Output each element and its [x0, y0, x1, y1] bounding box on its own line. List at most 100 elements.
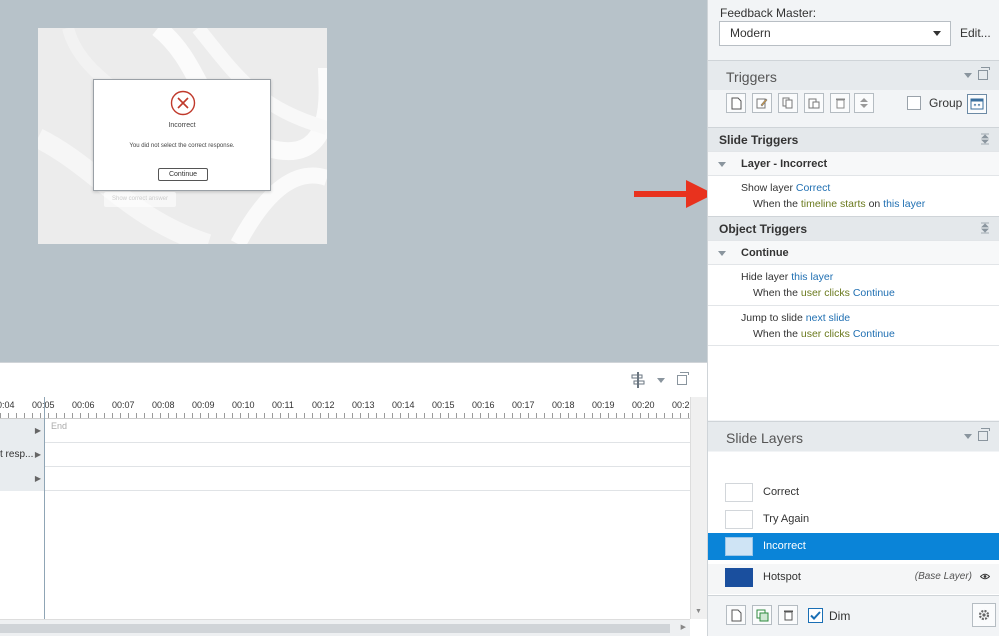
triggers-float-window-icon[interactable]	[978, 67, 990, 80]
group-label: Group	[929, 96, 963, 110]
timeline-tick-label: 00:14	[392, 400, 415, 410]
new-trigger-button[interactable]	[726, 93, 746, 113]
timeline-row[interactable]: ▶	[0, 467, 690, 491]
timeline-float-window-icon[interactable]	[677, 372, 689, 385]
layer-name: Incorrect	[763, 540, 806, 552]
red-arrow-annotation	[634, 180, 714, 208]
collapse-section-icon[interactable]	[980, 133, 990, 145]
copy-icon	[782, 97, 793, 109]
delete-layer-button[interactable]	[778, 605, 798, 625]
timeline-row[interactable]: t resp... ▶	[0, 443, 690, 467]
layer-thumbnail	[725, 510, 753, 529]
slide-triggers-title: Slide Triggers	[719, 133, 799, 147]
timeline-row-label[interactable]: t resp... ▶	[0, 443, 45, 467]
trigger-show-layer-correct[interactable]: Show layer Correct When the timeline sta…	[708, 175, 999, 217]
trigger-group-title: Continue	[741, 247, 789, 259]
layer-properties-button[interactable]	[972, 603, 996, 627]
slide-layers-list: Correct Try Again Incorrect Hotspot (Bas…	[708, 452, 999, 595]
row-expand-icon[interactable]: ▶	[35, 443, 41, 467]
feedback-master-edit-link[interactable]: Edit...	[960, 26, 991, 40]
trigger-object-link[interactable]: Continue	[853, 287, 895, 299]
layer-name: Hotspot	[763, 571, 801, 583]
copy-trigger-button[interactable]	[778, 93, 798, 113]
timeline-horizontal-scrollbar[interactable]: ▶	[0, 619, 690, 636]
group-checkbox[interactable]	[907, 96, 921, 110]
trigger-condition: When the user clicks Continue	[753, 328, 895, 340]
timeline-vertical-scrollbar[interactable]: ▼	[690, 397, 707, 619]
timeline-tick-label: 00:15	[432, 400, 455, 410]
timeline-tick-label: 00:16	[472, 400, 495, 410]
timeline-menu-caret-icon[interactable]	[657, 377, 665, 383]
trigger-event-link[interactable]: timeline starts	[801, 198, 866, 210]
object-triggers-header[interactable]: Object Triggers	[708, 216, 999, 240]
layer-item-try-again[interactable]: Try Again	[708, 506, 999, 533]
dim-label: Dim	[829, 609, 851, 623]
checkmark-icon	[810, 611, 821, 620]
dropdown-caret-icon	[933, 31, 941, 36]
scroll-right-icon[interactable]: ▶	[681, 623, 686, 631]
eye-icon[interactable]	[980, 573, 990, 580]
timeline-row-label[interactable]: ▶	[0, 419, 45, 443]
trigger-event-link[interactable]: user clicks	[801, 287, 850, 299]
triggers-menu-caret-icon[interactable]	[964, 72, 972, 78]
trash-icon	[783, 610, 793, 621]
layers-toolbar: Dim	[708, 595, 999, 636]
slide-canvas[interactable]: Incorrect You did not select the correct…	[38, 28, 327, 244]
collapse-section-icon[interactable]	[980, 222, 990, 234]
timeline-row-label[interactable]: ▶	[0, 467, 45, 491]
trigger-group-continue[interactable]: Continue	[708, 240, 999, 264]
trigger-target-link[interactable]: Correct	[796, 182, 830, 194]
timeline-tick-label: 00:13	[352, 400, 375, 410]
layer-item-incorrect[interactable]: Incorrect	[708, 533, 999, 560]
manage-variables-button[interactable]	[967, 94, 987, 114]
triggers-toolbar: Group	[708, 90, 999, 126]
trigger-jump-to-slide[interactable]: Jump to slide next slide When the user c…	[708, 305, 999, 347]
continue-button[interactable]: Continue	[158, 168, 208, 181]
trigger-object-link[interactable]: this layer	[883, 198, 925, 210]
row-expand-icon[interactable]: ▶	[35, 419, 41, 443]
move-down-icon[interactable]	[860, 104, 868, 108]
trigger-target-link[interactable]: next slide	[806, 312, 850, 324]
layers-float-window-icon[interactable]	[978, 428, 990, 441]
move-up-icon[interactable]	[860, 98, 868, 102]
new-document-icon	[731, 97, 741, 109]
group-collapse-caret-icon[interactable]	[718, 162, 726, 167]
delete-trigger-button[interactable]	[830, 93, 850, 113]
layer-item-correct[interactable]: Correct	[708, 479, 999, 506]
timeline-label-column	[0, 491, 45, 619]
dim-checkbox[interactable]	[808, 608, 823, 623]
trigger-group-layer-incorrect[interactable]: Layer - Incorrect	[708, 151, 999, 175]
layer-item-hotspot[interactable]: Hotspot (Base Layer)	[708, 564, 999, 594]
row-expand-icon[interactable]: ▶	[35, 467, 41, 491]
layers-menu-caret-icon[interactable]	[964, 433, 972, 439]
timeline-tick-label: 00:19	[592, 400, 615, 410]
feedback-master-label: Feedback Master:	[720, 6, 817, 20]
paste-icon	[808, 98, 820, 109]
trigger-hide-layer[interactable]: Hide layer this layer When the user clic…	[708, 264, 999, 306]
paste-trigger-button[interactable]	[804, 93, 824, 113]
timeline-tick-label: 00:11	[272, 400, 294, 410]
faded-slide-button[interactable]: Show correct answer	[104, 192, 176, 207]
new-layer-button[interactable]	[726, 605, 746, 625]
move-trigger-buttons[interactable]	[854, 93, 874, 113]
timeline-align-icon[interactable]	[631, 372, 645, 388]
edit-trigger-button[interactable]	[752, 93, 772, 113]
trigger-event-link[interactable]: user clicks	[801, 328, 850, 340]
slide-triggers-header[interactable]: Slide Triggers	[708, 127, 999, 151]
timeline-ruler[interactable]: 00:0400:0500:0600:0700:0800:0900:1000:11…	[0, 397, 690, 419]
new-document-icon	[731, 609, 741, 621]
scroll-down-icon[interactable]: ▼	[695, 608, 702, 615]
timeline-row[interactable]: ▶	[0, 419, 690, 443]
timeline-scroll-thumb[interactable]	[0, 624, 670, 633]
trash-icon	[835, 98, 845, 109]
layer-name: Try Again	[763, 513, 810, 525]
timeline-tick-label: 00:04	[0, 400, 15, 410]
feedback-master-select[interactable]: Modern	[719, 21, 951, 46]
playhead-marker[interactable]	[44, 397, 45, 419]
layer-thumbnail	[725, 568, 753, 587]
trigger-object-link[interactable]: Continue	[853, 328, 895, 340]
group-collapse-caret-icon[interactable]	[718, 251, 726, 256]
slide-layers-title: Slide Layers	[726, 430, 804, 446]
trigger-target-link[interactable]: this layer	[791, 271, 833, 283]
duplicate-layer-button[interactable]	[752, 605, 772, 625]
